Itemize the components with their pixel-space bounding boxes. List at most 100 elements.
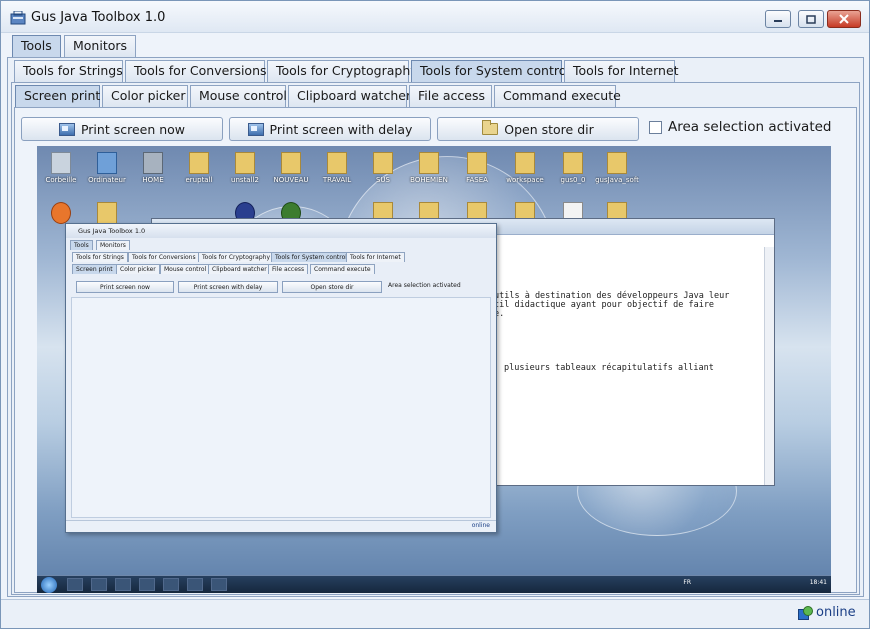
tab-clipboard-watcher[interactable]: Clipboard watcher bbox=[288, 85, 411, 107]
nested-tab[interactable]: Monitors bbox=[96, 240, 130, 250]
area-selection-checkbox[interactable] bbox=[649, 120, 662, 134]
editor-text-line: til didactique ayant pour objectif de fa… bbox=[494, 300, 715, 310]
nested-status-bar: online bbox=[66, 520, 496, 532]
nested-tab[interactable]: Command execute bbox=[310, 264, 375, 274]
tab-tools-for-strings[interactable]: Tools for Strings bbox=[14, 60, 123, 82]
nested-tab[interactable]: Clipboard watcher bbox=[208, 264, 271, 274]
nested-status-label: online bbox=[471, 522, 490, 529]
desktop-icon[interactable]: TRAVAIL bbox=[315, 148, 359, 190]
minimize-icon bbox=[774, 20, 782, 22]
folder-icon bbox=[327, 152, 347, 174]
title-bar[interactable]: Gus Java Toolbox 1.0 bbox=[1, 1, 869, 33]
print-screen-now-button[interactable]: Print screen now bbox=[21, 117, 223, 141]
taskbar-item[interactable] bbox=[187, 578, 203, 591]
tab-file-access[interactable]: File access bbox=[409, 85, 492, 107]
tab-color-picker[interactable]: Color picker bbox=[102, 85, 188, 107]
nested-tab[interactable]: Tools for System control bbox=[271, 252, 351, 262]
status-label: online bbox=[816, 605, 856, 620]
start-button-icon[interactable] bbox=[41, 577, 57, 593]
nested-tab[interactable]: Screen print bbox=[72, 264, 117, 274]
taskbar-item[interactable] bbox=[211, 578, 227, 591]
preview-taskbar: FR 18:41 bbox=[37, 575, 831, 593]
tray-clock: 18:41 bbox=[809, 579, 827, 586]
folder-icon bbox=[281, 152, 301, 174]
desktop-icon[interactable]: gus0_0 bbox=[551, 148, 595, 190]
network-status-icon bbox=[798, 605, 813, 620]
tab-tools-for-conversions[interactable]: Tools for Conversions bbox=[125, 60, 267, 82]
tab-monitors[interactable]: Monitors bbox=[64, 35, 137, 57]
tab-tools-for-cryptography[interactable]: Tools for Cryptography bbox=[267, 60, 418, 82]
print-screen-delay-button[interactable]: Print screen with delay bbox=[229, 117, 431, 141]
desktop-icon[interactable]: HOME bbox=[131, 148, 175, 190]
editor-text-line: plusieurs tableaux récapitulatifs allian… bbox=[504, 363, 714, 373]
desktop-icon[interactable]: Ordinateur bbox=[85, 148, 129, 190]
folder-icon bbox=[373, 152, 393, 174]
computer-icon bbox=[97, 152, 117, 174]
status-bar bbox=[1, 599, 869, 628]
area-selection-label: Area selection activated bbox=[668, 119, 832, 135]
nested-tab[interactable]: Tools for Internet bbox=[346, 252, 405, 262]
preview-nested-window[interactable]: Gus Java Toolbox 1.0 Tools Monitors Tool… bbox=[65, 223, 497, 533]
nested-tab[interactable]: Color picker bbox=[116, 264, 160, 274]
open-store-dir-button[interactable]: Open store dir bbox=[437, 117, 639, 141]
nested-tab[interactable]: Tools for Cryptography bbox=[198, 252, 274, 262]
nested-tab[interactable]: Tools bbox=[70, 240, 93, 250]
desktop-icon[interactable]: SUS bbox=[361, 148, 405, 190]
folder-icon bbox=[607, 152, 627, 174]
editor-scrollbar[interactable] bbox=[764, 247, 774, 485]
online-status: online bbox=[798, 605, 856, 620]
folder-icon bbox=[563, 152, 583, 174]
desktop-icon[interactable]: eruptall bbox=[177, 148, 221, 190]
desktop-icon[interactable]: Corbeille bbox=[39, 148, 83, 190]
tab-mouse-control[interactable]: Mouse control bbox=[190, 85, 287, 107]
print-screen-delay-label: Print screen with delay bbox=[269, 121, 413, 137]
tab-tools-for-internet[interactable]: Tools for Internet bbox=[564, 60, 679, 82]
folder-icon bbox=[482, 120, 499, 135]
nested-button[interactable]: Print screen now bbox=[76, 281, 174, 293]
app-icon bbox=[10, 11, 26, 25]
tray-language: FR bbox=[683, 579, 691, 586]
desktop-icon[interactable]: workspace bbox=[503, 148, 547, 190]
nested-window-title: Gus Java Toolbox 1.0 bbox=[78, 227, 146, 235]
maximize-button[interactable] bbox=[798, 10, 824, 28]
tab-tools[interactable]: Tools bbox=[12, 35, 61, 59]
taskbar-item[interactable] bbox=[67, 578, 83, 591]
close-button[interactable] bbox=[827, 10, 861, 28]
screenshot-preview[interactable]: Corbeille Ordinateur HOME eruptall unsta… bbox=[37, 146, 831, 593]
taskbar-item[interactable] bbox=[91, 578, 107, 591]
folder-icon bbox=[515, 152, 535, 174]
desktop-icon[interactable]: BOHEMIEN bbox=[407, 148, 451, 190]
nested-tab[interactable]: Tools for Conversions bbox=[128, 252, 200, 262]
taskbar-item[interactable] bbox=[115, 578, 131, 591]
desktop-icon[interactable]: unstall2 bbox=[223, 148, 267, 190]
system-tab-row: Screen print Color picker Mouse control … bbox=[1, 85, 869, 109]
screenshot-icon bbox=[247, 122, 264, 136]
folder-icon bbox=[97, 202, 117, 224]
minimize-button[interactable] bbox=[765, 10, 791, 28]
area-selection-option[interactable]: Area selection activated bbox=[649, 119, 832, 135]
taskbar-item[interactable] bbox=[139, 578, 155, 591]
app-window: Gus Java Toolbox 1.0 Tools Monitors Tool… bbox=[0, 0, 870, 629]
nested-title-bar: Gus Java Toolbox 1.0 bbox=[66, 224, 496, 238]
nested-tab[interactable]: File access bbox=[268, 264, 309, 274]
desktop-icon[interactable]: gusJava_soft bbox=[595, 148, 639, 190]
tab-tools-for-system-control[interactable]: Tools for System control bbox=[411, 60, 570, 84]
close-icon bbox=[839, 14, 849, 24]
main-tab-row: Tools Monitors bbox=[1, 35, 869, 59]
screenshot-icon bbox=[58, 122, 75, 136]
taskbar-item[interactable] bbox=[163, 578, 179, 591]
nested-button[interactable]: Open store dir bbox=[282, 281, 382, 293]
network-icon bbox=[143, 152, 163, 174]
desktop-icon[interactable]: NOUVEAU bbox=[269, 148, 313, 190]
desktop-icon[interactable]: FASEA bbox=[455, 148, 499, 190]
folder-icon bbox=[419, 152, 439, 174]
tab-screen-print[interactable]: Screen print bbox=[15, 85, 100, 109]
nested-tab[interactable]: Mouse control bbox=[160, 264, 211, 274]
nested-tab[interactable]: Tools for Strings bbox=[72, 252, 128, 262]
folder-icon bbox=[189, 152, 209, 174]
folder-icon bbox=[467, 152, 487, 174]
tab-command-execute[interactable]: Command execute bbox=[494, 85, 621, 107]
maximize-icon bbox=[806, 14, 816, 24]
nested-button[interactable]: Print screen with delay bbox=[178, 281, 278, 293]
recycle-bin-icon bbox=[51, 152, 71, 174]
